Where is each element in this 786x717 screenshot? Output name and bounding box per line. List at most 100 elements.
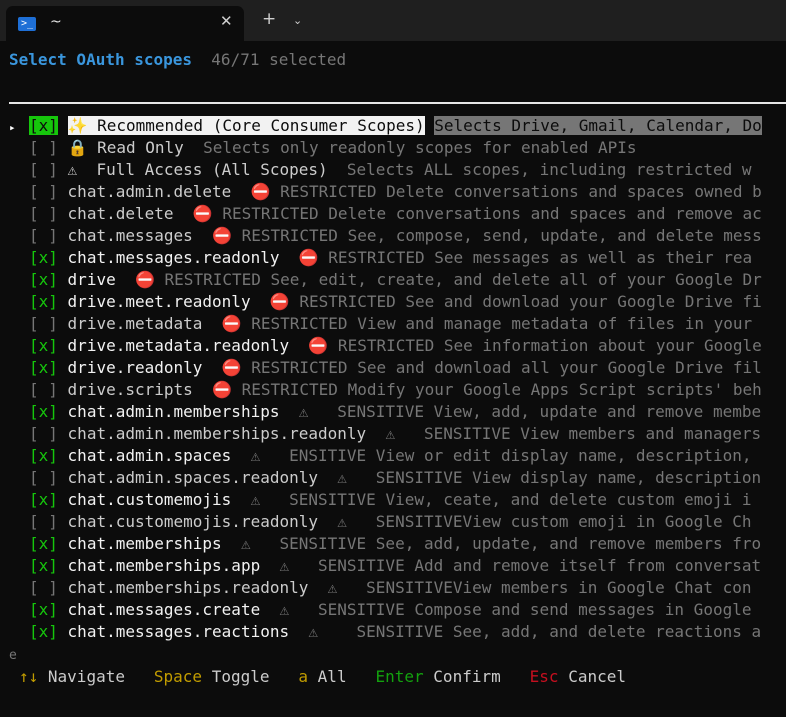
scope-row[interactable]: [x] chat.memberships.app ⚠ SENSITIVE Add…: [9, 555, 786, 577]
scope-row[interactable]: [x] drive.metadata.readonly ⛔ RESTRICTED…: [9, 335, 786, 357]
scope-name: chat.admin.spaces.readonly: [67, 468, 318, 487]
scope-description: ⚠ ENSITIVE View or edit display name, de…: [250, 446, 752, 465]
scope-name: drive.metadata: [67, 314, 203, 333]
navigate-key: ↑↓: [19, 667, 39, 686]
scope-row[interactable]: [ ] chat.messages ⛔ RESTRICTED See, comp…: [9, 225, 786, 247]
scope-description: ⛔ RESTRICTED See messages as well as the…: [298, 248, 753, 267]
scope-name: drive.metadata.readonly: [67, 336, 290, 355]
tab-title: ~: [50, 14, 62, 30]
tab-bar: >_ ~ ✕ + ⌄: [0, 0, 786, 41]
terminal-icon: >_: [18, 17, 36, 31]
scope-description: ⚠ SENSITIVE Compose and send messages in…: [279, 600, 752, 619]
scope-checkbox[interactable]: [x]: [29, 600, 58, 619]
scope-row[interactable]: [ ] chat.admin.delete ⛔ RESTRICTED Delet…: [9, 181, 786, 203]
scope-row[interactable]: [ ] chat.delete ⛔ RESTRICTED Delete conv…: [9, 203, 786, 225]
scope-checkbox[interactable]: [ ]: [29, 204, 58, 223]
prompt-header: Select OAuth scopes 46/71 selected: [9, 49, 346, 71]
scope-row[interactable]: [x] chat.messages.readonly ⛔ RESTRICTED …: [9, 247, 786, 269]
scope-description: ⛔ RESTRICTED Modify your Google Apps Scr…: [212, 380, 762, 399]
scope-row[interactable]: [x] chat.admin.memberships ⚠ SENSITIVE V…: [9, 401, 786, 423]
cursor-pointer: ▸: [9, 121, 16, 134]
scope-description: ⛔ RESTRICTED See and download your Googl…: [269, 292, 762, 311]
space-key: Space: [153, 667, 203, 686]
scope-name: chat.memberships.app: [67, 556, 261, 575]
scope-name: chat.memberships.readonly: [67, 578, 309, 597]
scope-name: chat.messages: [67, 226, 193, 245]
scope-description: ⚠ SENSITIVE See, add, and delete reactio…: [308, 622, 762, 641]
scope-description: ⛔ RESTRICTED Delete conversations and sp…: [250, 182, 762, 201]
esc-key: Esc: [529, 667, 559, 686]
prompt-title: Select OAuth scopes: [9, 50, 193, 69]
scope-row[interactable]: [x] chat.messages.create ⚠ SENSITIVE Com…: [9, 599, 786, 621]
scope-checkbox[interactable]: [ ]: [29, 182, 58, 201]
scope-checkbox[interactable]: [x]: [29, 556, 58, 575]
chevron-down-icon[interactable]: ⌄: [293, 14, 302, 27]
all-key: a: [298, 667, 309, 686]
truncated-row: e: [9, 648, 17, 663]
scope-name: chat.memberships: [67, 534, 222, 553]
scope-checkbox[interactable]: [x]: [29, 270, 58, 289]
scope-checkbox[interactable]: [x]: [29, 248, 58, 267]
scope-row[interactable]: [ ] 🔒 Read Only Selects only readonly sc…: [9, 137, 786, 159]
scope-name: ⚠ Full Access (All Scopes): [67, 160, 328, 179]
scope-row[interactable]: [ ] ⚠ Full Access (All Scopes) Selects A…: [9, 159, 786, 181]
scope-checkbox[interactable]: [ ]: [29, 314, 58, 333]
terminal-body[interactable]: Select OAuth scopes 46/71 selected ▸ [x] …: [0, 41, 786, 717]
scope-checkbox[interactable]: [x]: [29, 534, 58, 553]
selection-count: 46/71 selected: [211, 50, 347, 69]
scope-description: ⛔ RESTRICTED See, compose, send, update,…: [212, 226, 762, 245]
scope-row[interactable]: [x] chat.customemojis ⚠ SENSITIVE View, …: [9, 489, 786, 511]
scope-row[interactable]: [x] chat.memberships ⚠ SENSITIVE See, ad…: [9, 533, 786, 555]
scope-checkbox[interactable]: [ ]: [29, 138, 58, 157]
scope-description: ⚠ SENSITIVE View members and managers: [385, 424, 762, 443]
scope-description: Selects ALL scopes, including restricted…: [346, 160, 752, 179]
terminal-tab[interactable]: >_ ~ ✕: [6, 6, 244, 41]
scope-description: ⛔ RESTRICTED See, edit, create, and dele…: [134, 270, 762, 289]
toggle-label: Toggle: [211, 667, 270, 686]
close-icon[interactable]: ✕: [220, 12, 233, 30]
scope-checkbox[interactable]: [x]: [29, 292, 58, 311]
scope-name: drive.readonly: [67, 358, 203, 377]
scope-row[interactable]: [x] chat.admin.spaces ⚠ ENSITIVE View or…: [9, 445, 786, 467]
new-tab-button[interactable]: +: [262, 11, 276, 28]
scope-checkbox[interactable]: [ ]: [29, 468, 58, 487]
scope-description: ⚠ SENSITIVE View, add, update and remove…: [298, 402, 762, 421]
scope-name: chat.admin.spaces: [67, 446, 232, 465]
enter-key: Enter: [375, 667, 424, 686]
scope-row[interactable]: [ ] chat.admin.spaces.readonly ⚠ SENSITI…: [9, 467, 786, 489]
scope-description: ⚠ SENSITIVEView custom emoji in Google C…: [337, 512, 752, 531]
scope-checkbox[interactable]: [ ]: [29, 380, 58, 399]
scope-checkbox[interactable]: [x]: [29, 358, 58, 377]
scope-checkbox[interactable]: [x]: [29, 622, 58, 641]
cancel-label: Cancel: [568, 667, 626, 686]
scope-name: chat.messages.reactions: [67, 622, 290, 641]
scope-row[interactable]: ▸ [x] ✨ Recommended (Core Consumer Scopes…: [9, 115, 786, 137]
scope-checkbox[interactable]: [x]: [29, 336, 58, 355]
scope-description: ⚠ SENSITIVE Add and remove itself from c…: [279, 556, 762, 575]
scope-checkbox[interactable]: [x]: [29, 490, 58, 509]
scope-row[interactable]: [ ] drive.metadata ⛔ RESTRICTED View and…: [9, 313, 786, 335]
scope-description: ⛔ RESTRICTED Delete conversations and sp…: [192, 204, 762, 223]
scope-row[interactable]: [ ] drive.scripts ⛔ RESTRICTED Modify yo…: [9, 379, 786, 401]
scope-checkbox[interactable]: [x]: [29, 116, 58, 135]
scope-row[interactable]: [x] drive ⛔ RESTRICTED See, edit, create…: [9, 269, 786, 291]
scope-row[interactable]: [ ] chat.memberships.readonly ⚠ SENSITIV…: [9, 577, 786, 599]
scope-row[interactable]: [ ] chat.admin.memberships.readonly ⚠ SE…: [9, 423, 786, 445]
scope-row[interactable]: [ ] chat.customemojis.readonly ⚠ SENSITI…: [9, 511, 786, 533]
scope-description: ⚠ SENSITIVE View, ceate, and delete cust…: [250, 490, 752, 509]
scope-list: ▸ [x] ✨ Recommended (Core Consumer Scopes…: [9, 115, 786, 643]
scope-checkbox[interactable]: [ ]: [29, 160, 58, 179]
scope-row[interactable]: [x] chat.messages.reactions ⚠ SENSITIVE …: [9, 621, 786, 643]
scope-checkbox[interactable]: [ ]: [29, 578, 58, 597]
scope-checkbox[interactable]: [ ]: [29, 424, 58, 443]
scope-checkbox[interactable]: [x]: [29, 446, 58, 465]
scope-row[interactable]: [x] drive.readonly ⛔ RESTRICTED See and …: [9, 357, 786, 379]
scope-checkbox[interactable]: [x]: [29, 402, 58, 421]
scope-description: ⛔ RESTRICTED See information about your …: [308, 336, 762, 355]
scope-row[interactable]: [x] drive.meet.readonly ⛔ RESTRICTED See…: [9, 291, 786, 313]
scope-checkbox[interactable]: [ ]: [29, 226, 58, 245]
scope-name: drive.scripts: [67, 380, 193, 399]
scope-checkbox[interactable]: [ ]: [29, 512, 58, 531]
scope-name: chat.messages.create: [67, 600, 261, 619]
scope-description: ⚠ SENSITIVE View display name, descripti…: [337, 468, 762, 487]
